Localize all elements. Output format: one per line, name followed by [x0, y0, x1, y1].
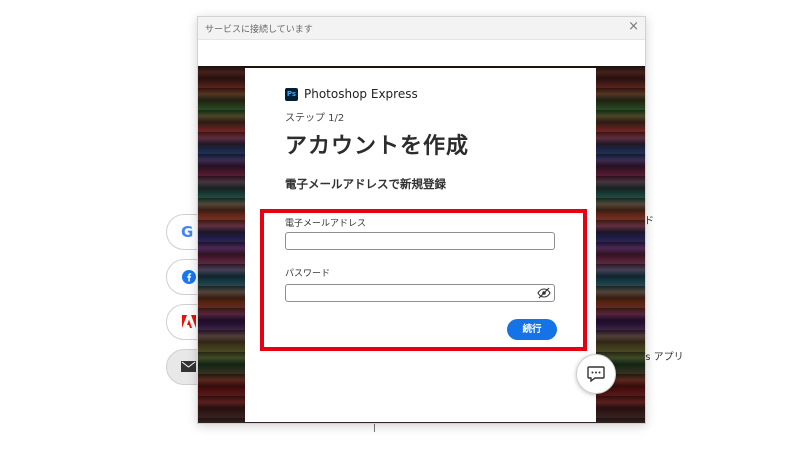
adobe-icon — [182, 315, 196, 328]
email-label: 電子メールアドレス — [285, 219, 367, 229]
chat-button[interactable] — [576, 354, 616, 394]
email-field[interactable] — [285, 232, 555, 250]
title-bar: サービスに接続しています × — [198, 17, 645, 40]
page-title: アカウントを作成 — [285, 134, 470, 159]
photoshop-express-icon: Ps — [285, 87, 298, 101]
page-subtitle: 電子メールアドレスで新規登録 — [285, 177, 446, 191]
signup-card: Ps Photoshop Express ステップ 1/2 アカウントを作成 電… — [245, 68, 596, 422]
facebook-icon — [182, 270, 196, 284]
eye-slash-icon[interactable] — [537, 287, 551, 299]
close-icon[interactable]: × — [628, 19, 639, 34]
password-label: パスワード — [285, 269, 331, 279]
brand: Ps Photoshop Express — [285, 87, 418, 101]
background-text-2: ss アプリ — [640, 352, 684, 363]
google-icon: G — [181, 223, 194, 241]
chat-icon — [587, 366, 605, 382]
brand-name: Photoshop Express — [304, 87, 418, 101]
window-title: サービスに接続しています — [205, 25, 313, 35]
step-indicator: ステップ 1/2 — [285, 113, 345, 124]
password-field[interactable] — [285, 284, 555, 302]
continue-button[interactable]: 続行 — [507, 319, 557, 340]
email-icon — [181, 361, 196, 372]
